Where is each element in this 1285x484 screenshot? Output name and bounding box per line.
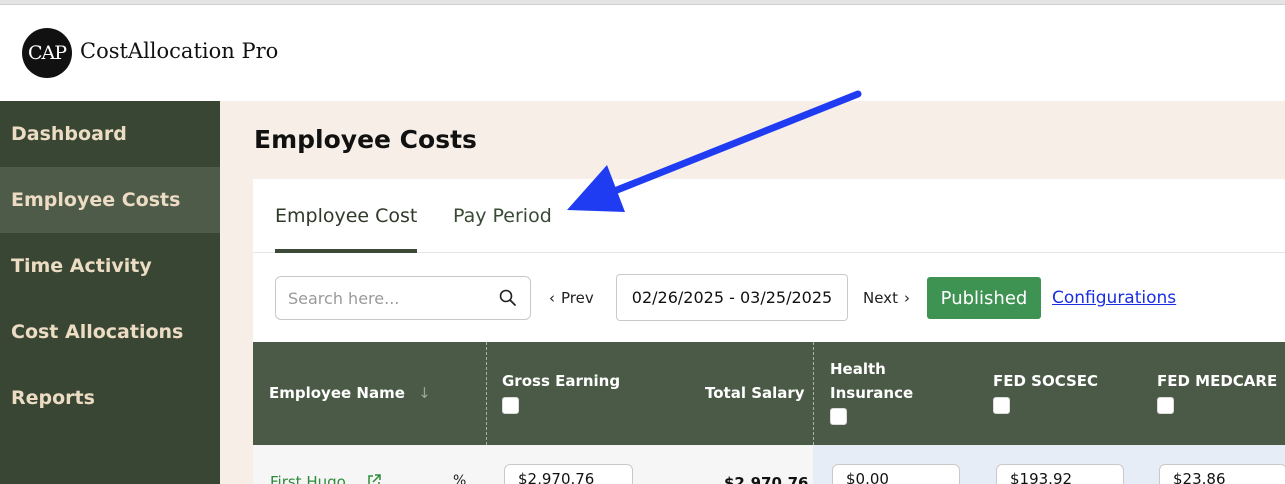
employee-name-link[interactable]: First Hugo (270, 473, 346, 484)
search-icon[interactable] (498, 288, 518, 308)
external-link-icon[interactable] (366, 473, 382, 484)
app-name[interactable]: CostAllocation Pro (80, 39, 278, 63)
prev-period-button[interactable]: ‹ Prev (549, 289, 594, 307)
fed-medcare-input[interactable]: $23.86 (1159, 464, 1285, 484)
table-header: Employee Name ↓ Gross Earning Total Sala… (253, 342, 1285, 445)
toolbar: Search here... ‹ Prev 02/26/2025 - 03/25/… (253, 253, 1285, 343)
header-employee-name-label: Employee Name (269, 384, 405, 402)
chevron-left-icon: ‹ (549, 289, 555, 307)
main-content: Employee Costs Employee Cost Pay Period … (220, 101, 1285, 484)
gross-earning-checkbox[interactable] (502, 397, 519, 414)
sidebar-item-time-activity[interactable]: Time Activity (0, 233, 220, 299)
search-input[interactable]: Search here... (275, 276, 531, 320)
chevron-right-icon: › (903, 289, 910, 307)
header-employee-name[interactable]: Employee Name ↓ (269, 384, 431, 402)
gross-earning-input[interactable]: $2,970.76 (504, 464, 633, 484)
header-health-insurance-line2: Insurance (830, 384, 914, 402)
health-insurance-input[interactable]: $0.00 (832, 464, 960, 484)
page-title: Employee Costs (254, 125, 477, 154)
sort-down-icon[interactable]: ↓ (418, 384, 431, 402)
sidebar-item-cost-allocations[interactable]: Cost Allocations (0, 299, 220, 365)
tab-employee-cost[interactable]: Employee Cost (275, 205, 417, 227)
header-fed-socsec: FED SOCSEC (993, 372, 1099, 390)
search-placeholder: Search here... (288, 289, 400, 308)
fed-socsec-input[interactable]: $193.92 (996, 464, 1124, 484)
table-row: First Hugo % $2,970.76 $2,970.76 $0.00 $… (253, 445, 1285, 484)
sidebar-item-dashboard[interactable]: Dashboard (0, 101, 220, 167)
date-range-field[interactable]: 02/26/2025 - 03/25/2025 (616, 274, 848, 321)
header-gross-earning: Gross Earning (502, 372, 621, 390)
sidebar-item-employee-costs[interactable]: Employee Costs (0, 167, 220, 233)
header-total-salary: Total Salary (705, 384, 805, 402)
logo-badge[interactable]: CAP (22, 28, 72, 78)
health-insurance-checkbox[interactable] (830, 408, 847, 425)
prev-label: Prev (561, 289, 594, 307)
configurations-link[interactable]: Configurations (1052, 288, 1176, 308)
tab-bar: Employee Cost Pay Period (253, 179, 1285, 253)
sidebar-item-reports[interactable]: Reports (0, 365, 220, 431)
header-fed-medcare: FED MEDCARE (1157, 372, 1278, 390)
header-health-insurance-line1: Health (830, 360, 886, 378)
column-divider (486, 342, 487, 445)
next-period-button[interactable]: Next › (863, 289, 910, 307)
fed-medcare-checkbox[interactable] (1157, 397, 1174, 414)
next-label: Next (863, 289, 898, 307)
percent-toggle[interactable]: % (453, 473, 466, 484)
fed-socsec-checkbox[interactable] (993, 397, 1010, 414)
sidebar: Dashboard Employee Costs Time Activity C… (0, 101, 220, 484)
column-divider (813, 342, 814, 445)
tab-pay-period[interactable]: Pay Period (453, 205, 552, 227)
content-card: Employee Cost Pay Period Search here... … (253, 179, 1285, 484)
published-status-button[interactable]: Published (927, 277, 1041, 319)
app-header: CAP CostAllocation Pro (0, 5, 1285, 101)
total-salary-value: $2,970.76 (724, 474, 809, 484)
